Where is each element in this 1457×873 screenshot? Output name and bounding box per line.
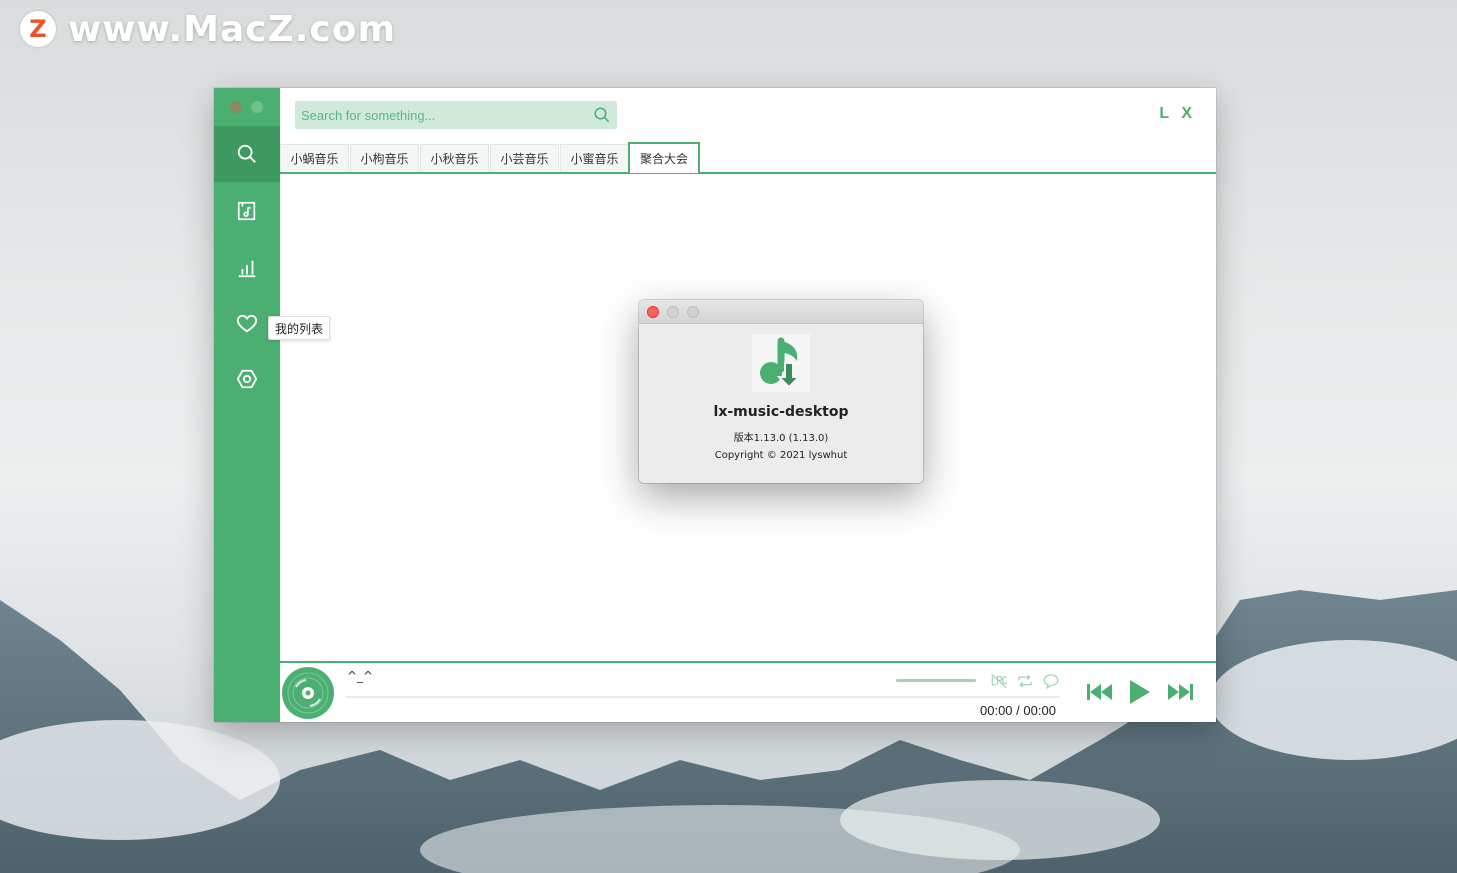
settings-icon [236,369,258,389]
play-icon[interactable] [1124,677,1154,707]
sidebar-tooltip: 我的列表 [268,316,331,340]
brand-logo: L X [1159,105,1196,122]
time-display: 00:00 / 00:00 [980,703,1056,718]
tab-source-2[interactable]: 小枸音乐 [350,144,419,171]
about-titlebar [639,300,923,324]
tab-source-aggregate[interactable]: 聚合大会 [628,142,700,173]
about-app-name: lx-music-desktop [713,404,849,420]
about-close-button[interactable] [647,306,659,318]
tab-source-1[interactable]: 小蜗音乐 [280,144,349,171]
total-time: 00:00 [1023,703,1056,718]
song-title: ^_^ [347,669,374,683]
tab-source-3[interactable]: 小秋音乐 [420,144,489,171]
repeat-icon[interactable] [1016,672,1034,690]
sidebar-item-search[interactable] [214,126,280,182]
next-icon[interactable] [1166,677,1196,707]
search-icon [237,144,256,163]
heart-icon [236,314,258,333]
volume-slider[interactable] [896,679,976,682]
about-zoom-button [687,306,699,318]
about-minimize-button [667,306,679,318]
chart-icon [238,260,256,278]
search-icon[interactable] [593,106,611,124]
search-input[interactable] [295,101,591,129]
window-close-button[interactable] [230,101,242,113]
time-separator: / [1016,703,1020,718]
player-bar: ^_^ 00:00 / 00:00 [280,661,1216,722]
lrc-icon[interactable] [990,672,1008,690]
sidebar-item-settings[interactable] [214,351,280,407]
tab-source-5[interactable]: 小蜜音乐 [560,144,629,171]
app-logo-icon [752,334,810,392]
sidebar-item-songlist[interactable] [214,183,280,239]
about-version: 版本1.13.0 (1.13.0) [733,433,829,444]
previous-icon[interactable] [1084,677,1114,707]
about-copyright: Copyright © 2021 lyswhut [714,450,848,461]
watermark-badge: Z [20,11,56,47]
watermark: Z www.MacZ.com [20,6,396,52]
sidebar-item-leaderboard[interactable] [214,240,280,296]
comment-icon[interactable] [1042,672,1060,690]
source-tabs: 小蜗音乐 小枸音乐 小秋音乐 小芸音乐 小蜜音乐 聚合大会 [280,142,1216,174]
window-minimize-button[interactable] [251,101,263,113]
current-time: 00:00 [980,703,1013,718]
watermark-text: www.MacZ.com [68,8,396,50]
sidebar [214,88,280,722]
about-dialog: lx-music-desktop 版本1.13.0 (1.13.0) Copyr… [639,300,923,483]
progress-bar[interactable] [346,696,1060,698]
search-box[interactable] [295,101,617,129]
album-disc-icon[interactable] [282,667,334,719]
tab-source-4[interactable]: 小芸音乐 [490,144,559,171]
music-file-icon [237,201,256,221]
